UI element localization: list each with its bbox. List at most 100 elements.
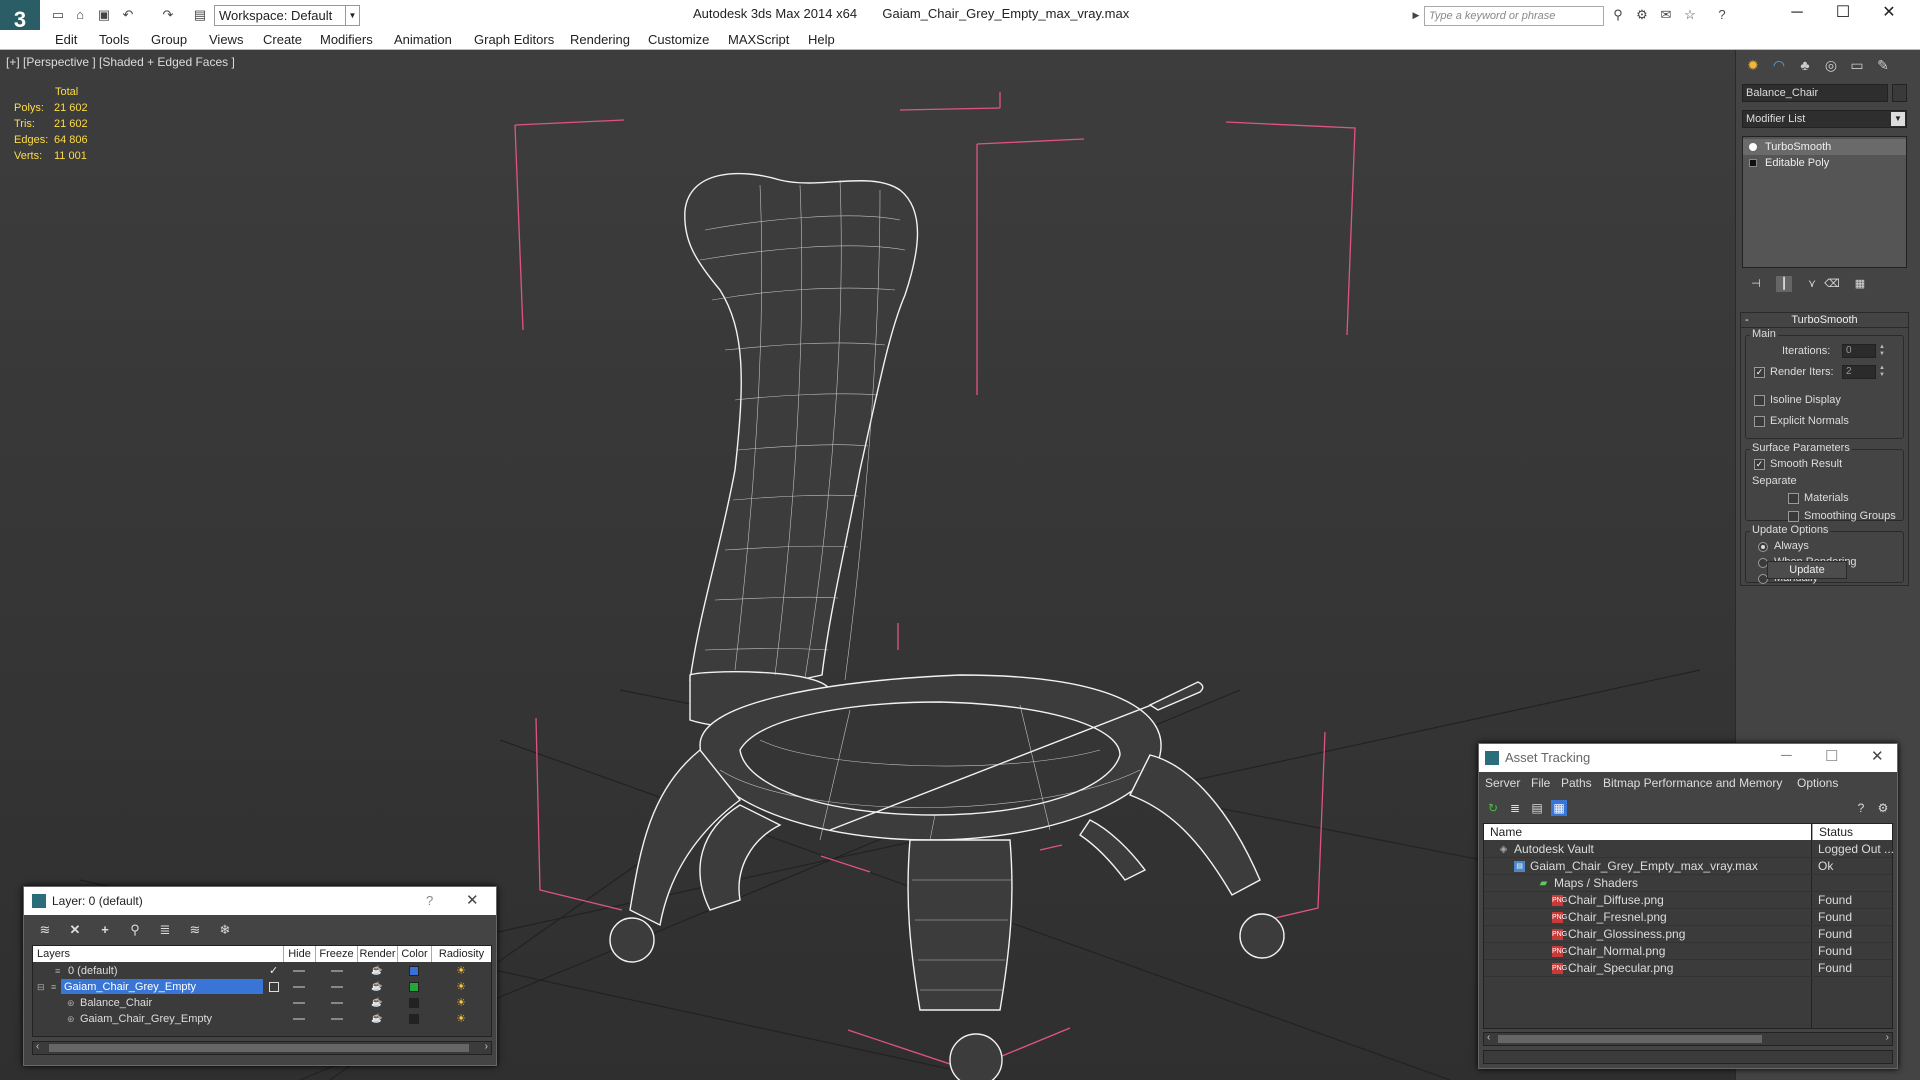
- asset-row[interactable]: ▰ Maps / Shaders: [1484, 875, 1892, 892]
- favorites-star-icon[interactable]: ☆: [1682, 7, 1698, 23]
- asset-table[interactable]: Name Status ◈ Autodesk Vault Logged Out …: [1483, 823, 1894, 1029]
- column-header[interactable]: Render: [357, 946, 397, 962]
- scroll-left-icon[interactable]: ‹: [36, 1041, 39, 1052]
- freeze-all-layers-icon[interactable]: ❄: [216, 922, 234, 938]
- column-header[interactable]: Layers: [33, 946, 263, 962]
- spinner-arrows-icon[interactable]: ▲ ▼: [1878, 344, 1886, 358]
- modifier-stack[interactable]: TurboSmooth Editable Poly: [1742, 136, 1907, 268]
- isoline-display-checkbox[interactable]: [1754, 395, 1765, 406]
- display-tab-icon[interactable]: ▭: [1846, 54, 1868, 76]
- radiosity-icon[interactable]: ☀: [455, 965, 467, 977]
- search-input[interactable]: Type a keyword or phrase: [1424, 6, 1604, 26]
- viewport-label[interactable]: [+] [Perspective ] [Shaded + Edged Faces…: [6, 55, 235, 69]
- render-teapot-icon[interactable]: ☕: [371, 966, 382, 975]
- menu-server[interactable]: Server: [1485, 776, 1520, 790]
- spinner-arrows-icon[interactable]: ▲ ▼: [1878, 365, 1886, 379]
- asset-row[interactable]: PNG Chair_Glossiness.png Found: [1484, 926, 1892, 943]
- horizontal-scrollbar[interactable]: ‹ ›: [32, 1041, 492, 1055]
- expand-icon[interactable]: [1749, 159, 1757, 167]
- search-expand-icon[interactable]: ▶: [1408, 7, 1424, 23]
- asset-row[interactable]: ▤ Gaiam_Chair_Grey_Empty_max_vray.max Ok: [1484, 858, 1892, 875]
- menu-tools[interactable]: Tools: [99, 32, 129, 47]
- freeze-toggle[interactable]: [331, 970, 343, 972]
- help-icon[interactable]: ?: [1714, 7, 1730, 23]
- close-button[interactable]: ✕: [1866, 0, 1912, 26]
- radiosity-icon[interactable]: ☀: [455, 1013, 467, 1025]
- grid-view-icon[interactable]: ▦: [1551, 800, 1567, 816]
- render-teapot-icon[interactable]: ☕: [371, 982, 382, 991]
- open-file-icon[interactable]: ⌂: [72, 7, 88, 23]
- new-file-icon[interactable]: ▭: [50, 7, 66, 23]
- menu-maxscript[interactable]: MAXScript: [728, 32, 789, 47]
- configure-sets-icon[interactable]: ▦: [1852, 276, 1868, 292]
- menu-file[interactable]: File: [1531, 776, 1550, 790]
- turbosmooth-rollout-header[interactable]: - TurboSmooth: [1741, 313, 1908, 328]
- close-button[interactable]: ✕: [1871, 747, 1884, 765]
- asset-row[interactable]: PNG Chair_Normal.png Found: [1484, 943, 1892, 960]
- minimize-button[interactable]: ─: [1781, 747, 1792, 764]
- save-file-icon[interactable]: ▣: [96, 7, 112, 23]
- help-options-icon[interactable]: ⚙: [1875, 800, 1891, 816]
- pin-stack-icon[interactable]: ⊣: [1748, 276, 1764, 292]
- column-header[interactable]: Radiosity: [431, 946, 491, 962]
- hide-all-layers-icon[interactable]: ≋: [186, 922, 204, 938]
- scrollbar-thumb[interactable]: [1498, 1035, 1762, 1043]
- iterations-spinner[interactable]: 0: [1842, 344, 1876, 358]
- layer-table[interactable]: Layers Hide Freeze Render Color Radiosit…: [32, 945, 492, 1037]
- smooth-result-checkbox[interactable]: ✓: [1754, 459, 1765, 470]
- help-button[interactable]: ?: [426, 893, 433, 908]
- render-teapot-icon[interactable]: ☕: [371, 1014, 382, 1023]
- layer-row[interactable]: ⊛ Balance_Chair ☕ ☀: [33, 995, 491, 1011]
- hide-toggle[interactable]: [293, 1002, 305, 1004]
- freeze-toggle[interactable]: [331, 1002, 343, 1004]
- lightbulb-icon[interactable]: [1749, 143, 1757, 151]
- explicit-normals-checkbox[interactable]: [1754, 416, 1765, 427]
- scroll-right-icon[interactable]: ›: [1886, 1032, 1889, 1043]
- update-button[interactable]: Update: [1767, 561, 1847, 579]
- show-end-result-icon[interactable]: ┃: [1776, 276, 1792, 292]
- radiosity-icon[interactable]: ☀: [455, 997, 467, 1009]
- hide-toggle[interactable]: [293, 1018, 305, 1020]
- stack-item-turbosmooth[interactable]: TurboSmooth: [1743, 139, 1906, 155]
- create-layer-icon[interactable]: ≋: [36, 922, 54, 938]
- column-header[interactable]: Color: [397, 946, 431, 962]
- modify-tab-icon[interactable]: ◠: [1768, 54, 1790, 76]
- freeze-toggle[interactable]: [331, 1018, 343, 1020]
- menu-customize[interactable]: Customize: [648, 32, 709, 47]
- communication-icon[interactable]: ✉: [1658, 7, 1674, 23]
- current-layer-box-icon[interactable]: [269, 982, 279, 992]
- column-header[interactable]: Freeze: [315, 946, 357, 962]
- list-view-icon[interactable]: ≣: [1507, 800, 1523, 816]
- layer-row[interactable]: ⊟ ≡ Gaiam_Chair_Grey_Empty ☕ ☀: [33, 979, 491, 995]
- layer-row[interactable]: ⊛ Gaiam_Chair_Grey_Empty ☕ ☀: [33, 1011, 491, 1027]
- menu-options[interactable]: Options: [1797, 776, 1838, 790]
- materials-checkbox[interactable]: [1788, 493, 1799, 504]
- modifier-list-dropdown[interactable]: Modifier List ▼: [1742, 110, 1907, 128]
- delete-layer-icon[interactable]: ✕: [66, 922, 84, 938]
- render-iters-checkbox[interactable]: ✓: [1754, 367, 1765, 378]
- utilities-tab-icon[interactable]: ✎: [1872, 54, 1894, 76]
- object-name[interactable]: Gaiam_Chair_Grey_Empty: [77, 1011, 215, 1026]
- project-folder-icon[interactable]: ▤: [192, 7, 208, 23]
- always-radio[interactable]: [1758, 542, 1768, 552]
- motion-tab-icon[interactable]: ◎: [1820, 54, 1842, 76]
- maximize-button[interactable]: ☐: [1825, 747, 1838, 765]
- asset-row[interactable]: PNG Chair_Fresnel.png Found: [1484, 909, 1892, 926]
- menu-edit[interactable]: Edit: [55, 32, 77, 47]
- close-button[interactable]: ✕: [466, 891, 479, 909]
- remove-modifier-icon[interactable]: ⌫: [1824, 276, 1840, 292]
- menu-views[interactable]: Views: [209, 32, 243, 47]
- asset-row[interactable]: ◈ Autodesk Vault Logged Out ...: [1484, 841, 1894, 858]
- object-color-swatch[interactable]: [1892, 84, 1907, 102]
- workspace-dropdown[interactable]: Workspace: Default ▼: [214, 5, 360, 26]
- make-unique-icon[interactable]: ⋎: [1804, 276, 1820, 292]
- add-to-layer-icon[interactable]: +: [96, 922, 114, 938]
- menu-bitmap-performance[interactable]: Bitmap Performance and Memory: [1603, 776, 1782, 790]
- hide-toggle[interactable]: [293, 986, 305, 988]
- column-header[interactable]: Hide: [283, 946, 315, 962]
- object-name[interactable]: Balance_Chair: [77, 995, 155, 1010]
- menu-animation[interactable]: Animation: [394, 32, 452, 47]
- subscription-icon[interactable]: ⚙: [1634, 7, 1650, 23]
- collapse-icon[interactable]: ⊟: [37, 979, 45, 995]
- radiosity-icon[interactable]: ☀: [455, 981, 467, 993]
